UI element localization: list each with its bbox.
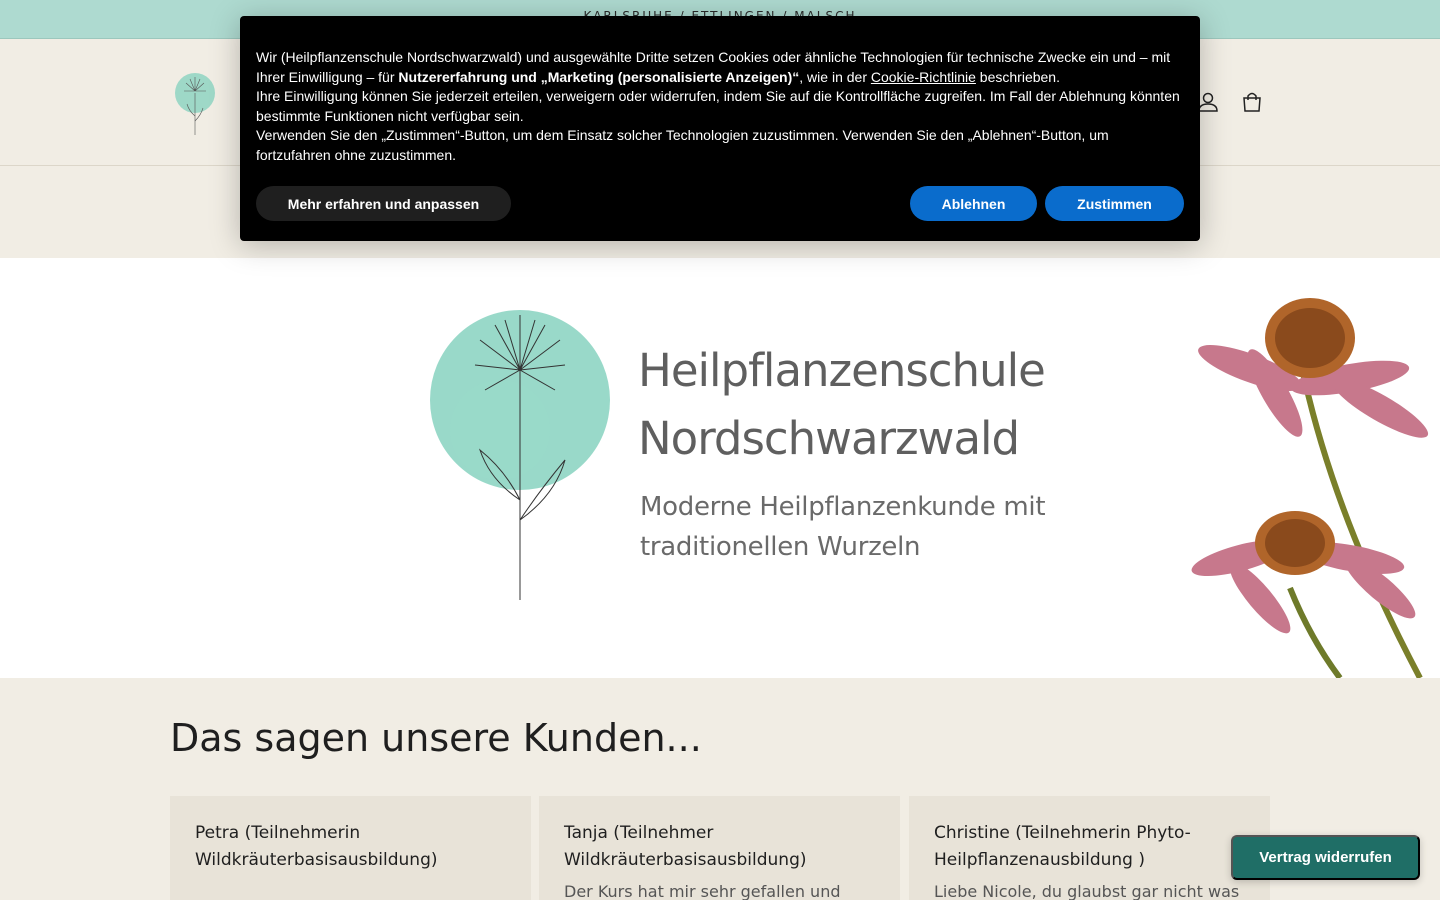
testimonial-text: Liebe Nicole, du glaubst gar nicht was f… — [934, 882, 1240, 900]
revoke-contract-button[interactable]: Vertrag widerrufen — [1231, 835, 1420, 880]
learn-more-button[interactable]: Mehr erfahren und anpassen — [256, 186, 511, 221]
cookie-text-bold: Nutzererfahrung und „Marketing (personal… — [398, 68, 800, 85]
testimonial-card: Christine (Teilnehmerin Phyto- Heilpflan… — [909, 796, 1270, 900]
testimonial-text: Der Kurs hat mir sehr gefallen und auch … — [564, 882, 841, 900]
hero-flower-logo — [430, 310, 610, 600]
echinacea-flowers-image — [1191, 298, 1429, 678]
cookie-paragraph-3: Verwenden Sie den „Zustimmen“-Button, um… — [256, 127, 1109, 163]
testimonial-author: Christine (Teilnehmerin Phyto- Heilpflan… — [934, 823, 1191, 870]
testimonial-card: Tanja (Teilnehmer Wildkräuterbasisausbil… — [539, 796, 900, 900]
cookie-consent-banner: Wir (Heilpflanzenschule Nordschwarzwald)… — [240, 16, 1200, 241]
hero-subtitle-line1: Moderne Heilpflanzenkunde mit — [640, 492, 1046, 522]
accept-button[interactable]: Zustimmen — [1045, 186, 1184, 221]
hero-title-line2: Nordschwarzwald — [638, 412, 1020, 465]
hero-banner: Heilpflanzenschule Nordschwarzwald Moder… — [0, 258, 1440, 678]
testimonial-author: Tanja (Teilnehmer Wildkräuterbasisausbil… — [564, 823, 807, 870]
testimonial-author: Petra (Teilnehmerin Wildkräuterbasisausb… — [195, 823, 438, 870]
hero-title-line1: Heilpflanzenschule — [638, 344, 1046, 397]
testimonial-card: Petra (Teilnehmerin Wildkräuterbasisausb… — [170, 796, 531, 900]
cookie-text: , wie in der — [799, 68, 871, 85]
decline-button[interactable]: Ablehnen — [910, 186, 1037, 221]
testimonials-title: Das sagen unsere Kunden... — [170, 716, 702, 760]
hero-subtitle-line2: traditionellen Wurzeln — [640, 532, 921, 562]
site-logo[interactable] — [172, 71, 218, 137]
cart-icon[interactable] — [1239, 89, 1265, 115]
cookie-paragraph-1: Wir (Heilpflanzenschule Nordschwarzwald)… — [256, 48, 1184, 87]
cookie-text: beschrieben. — [975, 68, 1060, 85]
cookie-policy-link[interactable]: Cookie-Richtlinie — [871, 69, 976, 85]
cookie-paragraph-2: Ihre Einwilligung können Sie jederzeit e… — [256, 88, 1180, 124]
